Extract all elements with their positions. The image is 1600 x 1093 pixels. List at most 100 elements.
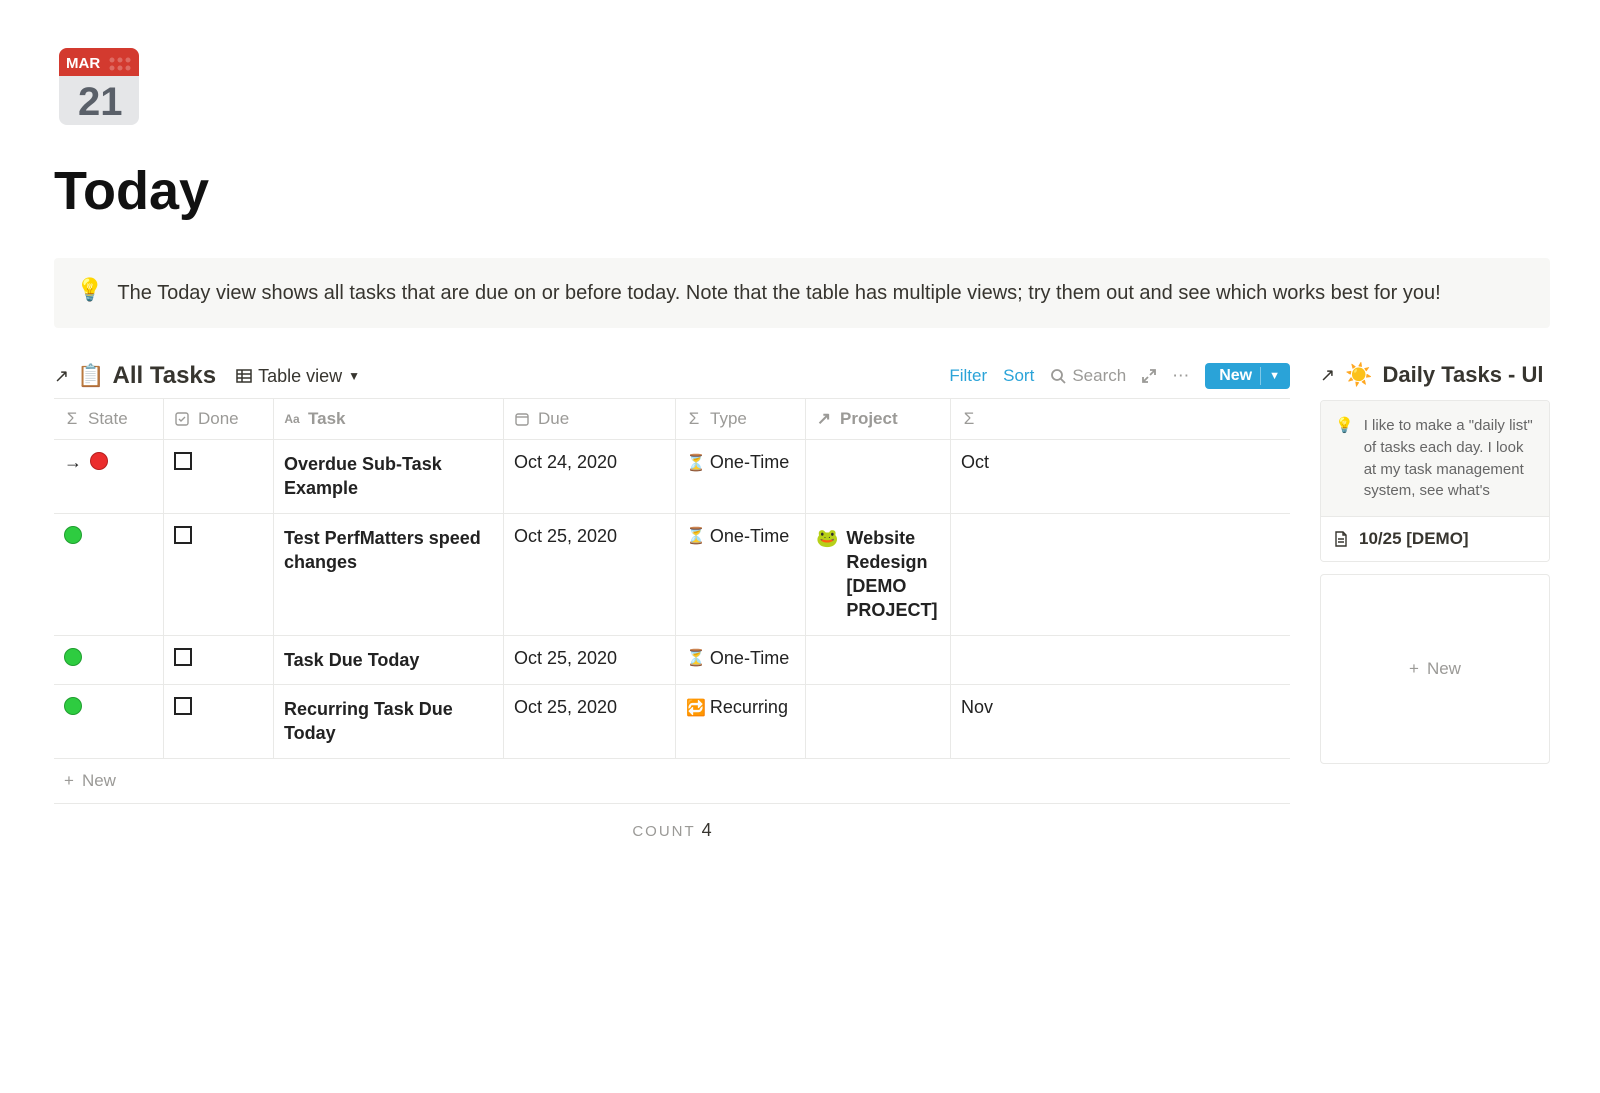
svg-text:MAR: MAR: [66, 55, 100, 72]
cell-due[interactable]: Oct 25, 2020: [504, 514, 676, 635]
arrow-right-icon: →: [64, 452, 82, 473]
side-database-title[interactable]: Daily Tasks - Ul: [1383, 362, 1544, 388]
cell-project[interactable]: [806, 440, 951, 513]
cell-task[interactable]: Recurring Task Due Today: [274, 685, 504, 758]
checkbox-icon: [174, 411, 190, 427]
search-button[interactable]: Search: [1050, 366, 1126, 386]
col-project[interactable]: ↗Project: [806, 399, 951, 439]
cell-project[interactable]: 🐸 Website Redesign [DEMO PROJECT]: [806, 514, 951, 635]
new-button[interactable]: New ▼: [1205, 363, 1290, 389]
checkbox[interactable]: [174, 526, 192, 544]
sort-button[interactable]: Sort: [1003, 366, 1034, 386]
table-row[interactable]: Test PerfMatters speed changes Oct 25, 20…: [54, 514, 1290, 636]
new-button-label: New: [1219, 367, 1252, 385]
cell-type[interactable]: 🔁Recurring: [676, 685, 806, 758]
cell-extra[interactable]: Oct: [951, 440, 1290, 513]
task-title: Test PerfMatters speed changes: [284, 526, 493, 575]
due-date: Oct 25, 2020: [514, 526, 617, 547]
table-row[interactable]: Task Due TodayOct 25, 2020⏳One-Time: [54, 636, 1290, 685]
col-type[interactable]: ΣType: [676, 399, 806, 439]
cell-extra[interactable]: [951, 636, 1290, 684]
cell-extra[interactable]: Nov: [951, 685, 1290, 758]
side-new-button[interactable]: + New: [1320, 574, 1550, 764]
cell-state[interactable]: [54, 685, 164, 758]
project-icon: 🐸: [816, 526, 838, 550]
plus-icon: +: [1409, 659, 1419, 679]
type-label: One-Time: [710, 648, 789, 669]
cell-project[interactable]: [806, 685, 951, 758]
lightbulb-icon: 💡: [76, 278, 103, 302]
table-row[interactable]: →Overdue Sub-Task ExampleOct 24, 2020⏳On…: [54, 440, 1290, 514]
checkbox[interactable]: [174, 697, 192, 715]
col-task[interactable]: Aa Task: [274, 399, 504, 439]
plus-icon: +: [64, 771, 74, 791]
state-dot: [64, 526, 82, 544]
type-icon: ⏳: [686, 453, 706, 473]
side-new-label: New: [1427, 659, 1461, 679]
state-dot: [64, 648, 82, 666]
lightbulb-icon: 💡: [1335, 415, 1354, 502]
side-database-header: ↗ ☀️ Daily Tasks - Ul: [1320, 362, 1550, 388]
cell-type[interactable]: ⏳One-Time: [676, 440, 806, 513]
cell-type[interactable]: ⏳One-Time: [676, 514, 806, 635]
project-label: Website Redesign [DEMO PROJECT]: [846, 526, 940, 623]
cell-done[interactable]: [164, 514, 274, 635]
cell-done[interactable]: [164, 685, 274, 758]
formula-icon: Σ: [961, 411, 977, 427]
chevron-down-icon: ▼: [348, 369, 360, 383]
side-note-text: I like to make a "daily list" of tasks e…: [1364, 415, 1535, 502]
cell-type[interactable]: ⏳One-Time: [676, 636, 806, 684]
formula-icon: Σ: [686, 411, 702, 427]
col-state[interactable]: ΣState: [54, 399, 164, 439]
type-icon: 🔁: [686, 698, 706, 718]
cell-project[interactable]: [806, 636, 951, 684]
cell-done[interactable]: [164, 440, 274, 513]
page-title[interactable]: Today: [54, 160, 1550, 222]
table-row[interactable]: Recurring Task Due TodayOct 25, 2020🔁Rec…: [54, 685, 1290, 759]
count-summary: COUNT4: [54, 804, 1290, 857]
cell-due[interactable]: Oct 25, 2020: [504, 636, 676, 684]
side-entry[interactable]: 10/25 [DEMO]: [1321, 516, 1549, 561]
database-title[interactable]: All Tasks: [113, 362, 217, 390]
cell-state[interactable]: →: [54, 440, 164, 513]
cell-state[interactable]: [54, 514, 164, 635]
cell-task[interactable]: Test PerfMatters speed changes: [274, 514, 504, 635]
cell-due[interactable]: Oct 25, 2020: [504, 685, 676, 758]
open-as-page-icon[interactable]: ↗: [1320, 365, 1335, 386]
cell-state[interactable]: [54, 636, 164, 684]
view-switcher[interactable]: Table view ▼: [236, 366, 360, 387]
side-note: 💡 I like to make a "daily list" of tasks…: [1321, 401, 1549, 516]
side-entry-label: 10/25 [DEMO]: [1359, 529, 1469, 549]
new-row-label: New: [82, 771, 116, 791]
cell-extra[interactable]: [951, 514, 1290, 635]
checkbox[interactable]: [174, 648, 192, 666]
view-label: Table view: [258, 366, 342, 387]
side-card[interactable]: 💡 I like to make a "daily list" of tasks…: [1320, 400, 1550, 562]
cell-done[interactable]: [164, 636, 274, 684]
task-title: Task Due Today: [284, 648, 419, 672]
filter-button[interactable]: Filter: [949, 366, 987, 386]
checkbox[interactable]: [174, 452, 192, 470]
type-label: Recurring: [710, 697, 788, 718]
callout: 💡 The Today view shows all tasks that ar…: [54, 258, 1550, 328]
col-done[interactable]: Done: [164, 399, 274, 439]
col-due[interactable]: Due: [504, 399, 676, 439]
extra-value: Nov: [961, 697, 993, 718]
task-title: Recurring Task Due Today: [284, 697, 493, 746]
cell-task[interactable]: Task Due Today: [274, 636, 504, 684]
type-icon: ⏳: [686, 648, 706, 668]
expand-icon[interactable]: [1142, 369, 1156, 383]
cell-due[interactable]: Oct 24, 2020: [504, 440, 676, 513]
new-row-button[interactable]: + New: [54, 759, 1290, 804]
more-icon[interactable]: ⋯: [1172, 366, 1189, 386]
type-label: One-Time: [710, 452, 789, 473]
cell-task[interactable]: Overdue Sub-Task Example: [274, 440, 504, 513]
col-extra[interactable]: Σ: [951, 399, 1290, 439]
page-icon[interactable]: MAR 21: [54, 40, 144, 130]
chevron-down-icon: ▼: [1269, 370, 1280, 382]
open-as-page-icon[interactable]: ↗: [54, 366, 69, 387]
search-label: Search: [1072, 366, 1126, 386]
database-header: ↗ 📋 All Tasks Table view ▼ Filter Sort: [54, 362, 1290, 390]
task-title: Overdue Sub-Task Example: [284, 452, 493, 501]
formula-icon: Σ: [64, 411, 80, 427]
